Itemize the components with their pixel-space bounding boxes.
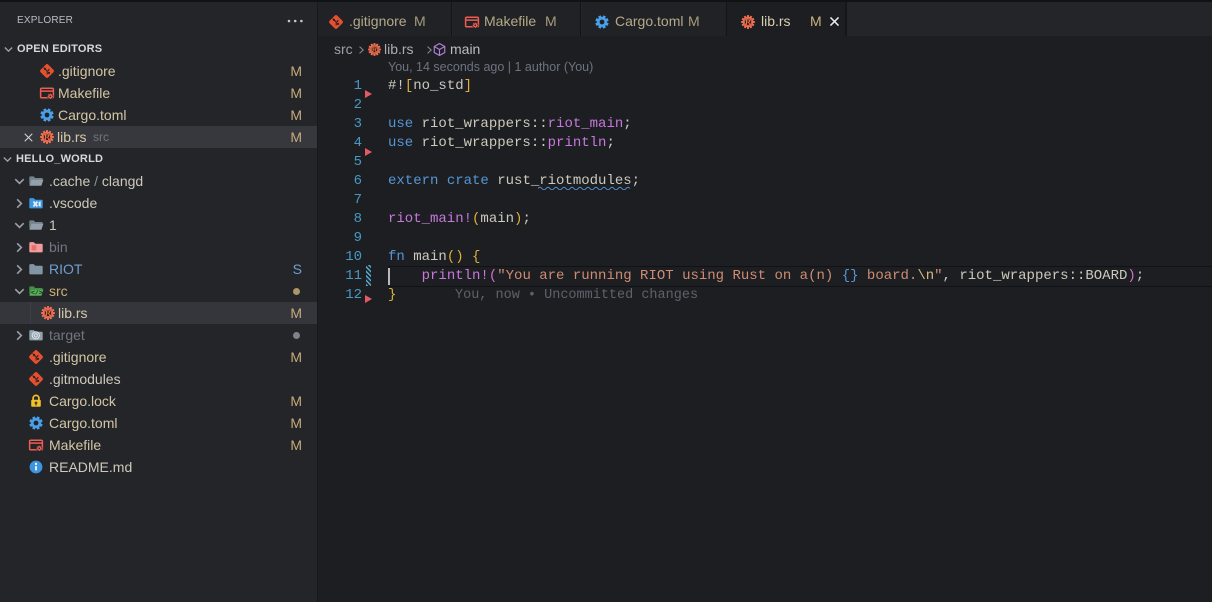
svg-text:R: R [44,135,49,142]
svg-text:R: R [372,47,377,54]
svg-text:R: R [45,311,50,318]
svg-text:R: R [745,20,750,27]
svg-text:</>: </> [31,289,43,296]
